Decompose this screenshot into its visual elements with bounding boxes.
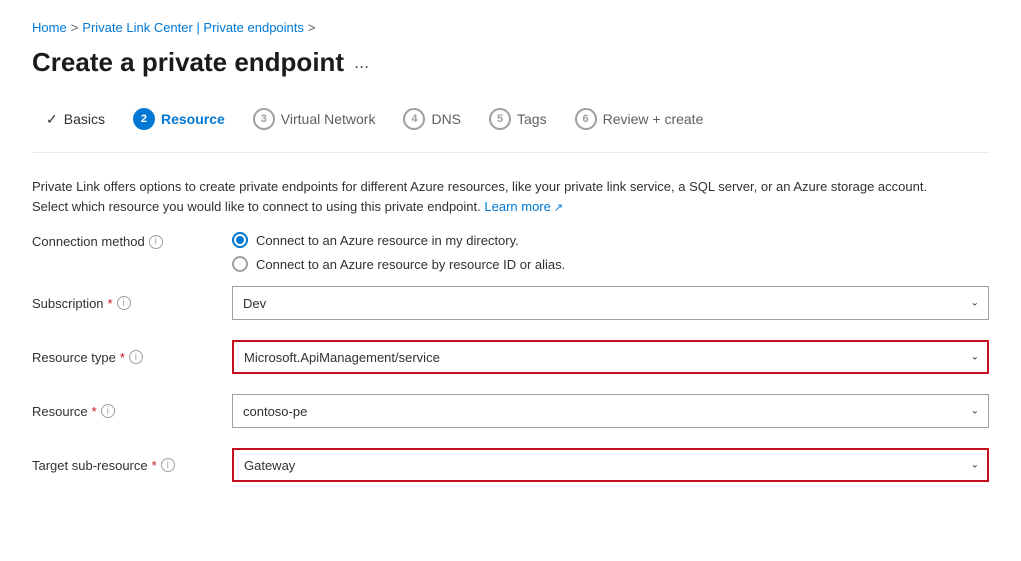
step-vnet-circle: 3 <box>253 108 275 130</box>
page-title: Create a private endpoint ... <box>32 47 989 78</box>
resource-row: Resource * i contoso-pe ⌄ <box>32 394 989 428</box>
subscription-chevron-icon: ⌄ <box>971 298 979 309</box>
description: Private Link offers options to create pr… <box>32 177 932 216</box>
step-resource[interactable]: 2 Resource <box>119 102 239 136</box>
breadcrumb: Home > Private Link Center | Private end… <box>32 20 989 35</box>
step-review-label: Review + create <box>603 111 704 127</box>
step-basics[interactable]: ✓ Basics <box>32 105 119 134</box>
resource-value: contoso-pe <box>243 404 307 419</box>
step-resource-circle: 2 <box>133 108 155 130</box>
step-tags-circle: 5 <box>489 108 511 130</box>
subscription-value: Dev <box>243 296 266 311</box>
step-tags-label: Tags <box>517 111 547 127</box>
step-virtual-network[interactable]: 3 Virtual Network <box>239 102 390 136</box>
target-sub-resource-dropdown[interactable]: Gateway ⌄ <box>232 448 989 482</box>
subscription-required: * <box>108 296 113 311</box>
step-resource-label: Resource <box>161 111 225 127</box>
radio-resource-id-label: Connect to an Azure resource by resource… <box>256 257 565 272</box>
resource-dropdown[interactable]: contoso-pe ⌄ <box>232 394 989 428</box>
resource-type-dropdown-wrapper: Microsoft.ApiManagement/service ⌄ <box>232 340 989 374</box>
step-review-circle: 6 <box>575 108 597 130</box>
resource-info-icon[interactable]: i <box>101 404 115 418</box>
step-basics-label: Basics <box>64 111 105 127</box>
breadcrumb-sep2: > <box>308 20 316 35</box>
radio-btn-resource-id[interactable] <box>232 256 248 272</box>
breadcrumb-sep1: > <box>71 20 79 35</box>
step-vnet-label: Virtual Network <box>281 111 376 127</box>
check-icon: ✓ <box>46 111 58 128</box>
resource-chevron-icon: ⌄ <box>971 406 979 417</box>
radio-btn-directory[interactable] <box>232 232 248 248</box>
target-sub-resource-value: Gateway <box>244 458 295 473</box>
radio-resource-id[interactable]: Connect to an Azure resource by resource… <box>232 256 565 272</box>
resource-type-row: Resource type * i Microsoft.ApiManagemen… <box>32 340 989 374</box>
resource-type-chevron-icon: ⌄ <box>971 352 979 363</box>
wizard-steps: ✓ Basics 2 Resource 3 Virtual Network 4 … <box>32 102 989 153</box>
connection-method-label: Connection method i <box>32 232 232 249</box>
target-sub-resource-chevron-icon: ⌄ <box>971 460 979 471</box>
subscription-dropdown-wrapper: Dev ⌄ <box>232 286 989 320</box>
connection-method-info-icon[interactable]: i <box>149 235 163 249</box>
resource-label: Resource * i <box>32 404 232 419</box>
breadcrumb-private-link[interactable]: Private Link Center | Private endpoints <box>82 20 304 35</box>
step-tags[interactable]: 5 Tags <box>475 102 561 136</box>
description-text: Private Link offers options to create pr… <box>32 179 927 214</box>
target-sub-resource-row: Target sub-resource * i Gateway ⌄ <box>32 448 989 482</box>
resource-type-label: Resource type * i <box>32 350 232 365</box>
resource-type-dropdown[interactable]: Microsoft.ApiManagement/service ⌄ <box>232 340 989 374</box>
subscription-row: Subscription * i Dev ⌄ <box>32 286 989 320</box>
radio-directory[interactable]: Connect to an Azure resource in my direc… <box>232 232 565 248</box>
target-sub-resource-required: * <box>152 458 157 473</box>
breadcrumb-home[interactable]: Home <box>32 20 67 35</box>
radio-directory-label: Connect to an Azure resource in my direc… <box>256 233 519 248</box>
connection-method-options: Connect to an Azure resource in my direc… <box>232 232 565 272</box>
target-sub-resource-info-icon[interactable]: i <box>161 458 175 472</box>
subscription-label: Subscription * i <box>32 296 232 311</box>
resource-type-required: * <box>120 350 125 365</box>
step-dns-circle: 4 <box>403 108 425 130</box>
step-dns-label: DNS <box>431 111 461 127</box>
resource-dropdown-wrapper: contoso-pe ⌄ <box>232 394 989 428</box>
resource-type-value: Microsoft.ApiManagement/service <box>244 350 440 365</box>
resource-required: * <box>92 404 97 419</box>
learn-more-link[interactable]: Learn more <box>484 199 563 214</box>
subscription-dropdown[interactable]: Dev ⌄ <box>232 286 989 320</box>
step-dns[interactable]: 4 DNS <box>389 102 475 136</box>
connection-method-row: Connection method i Connect to an Azure … <box>32 232 989 272</box>
resource-type-info-icon[interactable]: i <box>129 350 143 364</box>
target-sub-resource-dropdown-wrapper: Gateway ⌄ <box>232 448 989 482</box>
page-title-ellipsis: ... <box>354 52 369 73</box>
step-review-create[interactable]: 6 Review + create <box>561 102 718 136</box>
subscription-info-icon[interactable]: i <box>117 296 131 310</box>
target-sub-resource-label: Target sub-resource * i <box>32 458 232 473</box>
